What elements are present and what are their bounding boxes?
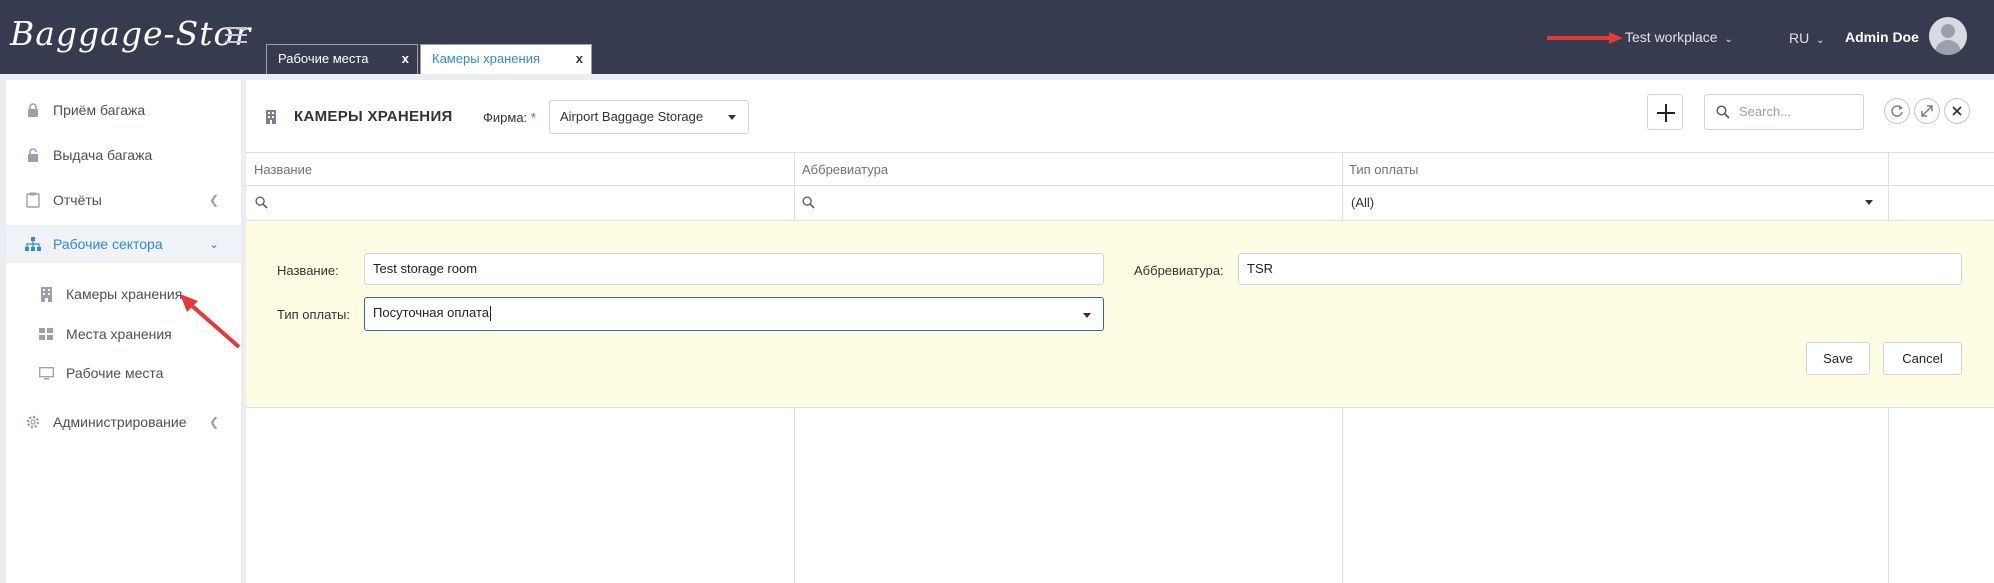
user-name[interactable]: Admin Doe	[1845, 29, 1919, 45]
chevron-left-icon: ❮	[208, 415, 219, 429]
sitemap-icon	[24, 237, 42, 251]
sidebar-item-work-sectors[interactable]: Рабочие сектора ⌄	[6, 225, 241, 263]
refresh-button[interactable]	[1884, 98, 1910, 124]
filter-name-input[interactable]	[246, 186, 794, 220]
required-marker: *	[530, 110, 536, 125]
filter-row: (All)	[246, 186, 1994, 221]
search-placeholder: Search...	[1739, 104, 1792, 119]
workplace-label: Test workplace	[1625, 29, 1718, 45]
close-icon	[1952, 106, 1962, 116]
text-cursor	[490, 306, 491, 322]
filter-payment-select[interactable]: (All)	[1343, 186, 1888, 220]
expand-button[interactable]	[1914, 98, 1940, 124]
red-arrow-annotation	[180, 294, 241, 349]
column-divider	[1342, 152, 1343, 221]
sidebar-item-label: Администрирование	[53, 414, 187, 430]
avatar[interactable]	[1929, 17, 1967, 55]
column-divider	[1888, 152, 1889, 221]
page-title: КАМЕРЫ ХРАНЕНИЯ	[294, 108, 453, 125]
sidebar-item-label: Выдача багажа	[53, 147, 153, 163]
caret-down-icon	[1865, 200, 1873, 205]
menu-toggle-icon[interactable]	[225, 27, 247, 43]
close-panel-button[interactable]	[1944, 98, 1970, 124]
payment-type-label: Тип оплаты:	[277, 307, 350, 322]
top-bar: Baggage-Stor Рабочие места x Камеры хран…	[0, 0, 1994, 74]
payment-type-value: Посуточная оплата	[373, 305, 489, 320]
plus-icon	[1657, 104, 1675, 122]
caret-down-icon	[1083, 313, 1091, 318]
save-button[interactable]: Save	[1806, 342, 1870, 375]
search-icon	[255, 196, 268, 209]
sidebar-item-reports[interactable]: Отчёты ❮	[6, 182, 241, 218]
sidebar-item-label: Камеры хранения	[66, 286, 183, 302]
chevron-down-icon: ⌄	[1724, 34, 1733, 45]
expand-icon	[1921, 105, 1933, 117]
filter-abbreviation-input[interactable]	[795, 186, 1342, 220]
sidebar-item-baggage-release[interactable]: Выдача багажа	[6, 137, 241, 173]
app-logo[interactable]: Baggage-Stor	[10, 14, 251, 53]
column-divider	[1342, 408, 1343, 583]
sidebar-item-label: Рабочие сектора	[53, 236, 163, 252]
sidebar: Приём багажа Выдача багажа Отчёты ❮ Рабо…	[6, 80, 241, 583]
search-icon	[1716, 105, 1730, 119]
cancel-button[interactable]: Cancel	[1883, 342, 1962, 375]
workplace-selector[interactable]: Test workplace ⌄	[1625, 29, 1733, 45]
sidebar-item-label: Отчёты	[53, 192, 102, 208]
chevron-down-icon: ⌄	[208, 237, 219, 251]
tab-close-icon[interactable]: x	[402, 45, 409, 73]
firm-select-value: Airport Baggage Storage	[560, 109, 704, 124]
red-arrow-annotation	[1547, 32, 1623, 44]
tab-storage-rooms[interactable]: Камеры хранения x	[420, 44, 592, 74]
column-divider	[794, 152, 795, 221]
name-field[interactable]: Test storage room	[364, 253, 1104, 285]
sidebar-item-label: Места хранения	[66, 326, 172, 342]
edit-form: Название: Test storage room Аббревиатура…	[246, 221, 1994, 408]
chevron-left-icon: ❮	[208, 193, 219, 207]
clipboard-icon	[24, 192, 42, 208]
filter-payment-value: (All)	[1351, 195, 1375, 210]
grid-icon	[38, 328, 54, 340]
sidebar-subitem-workplaces[interactable]: Рабочие места	[6, 357, 241, 389]
firm-select[interactable]: Airport Baggage Storage	[549, 100, 749, 134]
name-label: Название:	[277, 263, 339, 278]
caret-down-icon	[728, 115, 736, 120]
gear-icon	[24, 414, 42, 430]
building-icon	[38, 286, 54, 302]
grid-header: Название Аббревиатура Тип оплаты	[246, 152, 1994, 186]
sidebar-item-label: Рабочие места	[66, 365, 164, 381]
column-header-name[interactable]: Название	[254, 162, 312, 177]
abbreviation-label: Аббревиатура:	[1134, 263, 1224, 278]
refresh-icon	[1891, 105, 1903, 117]
tab-label: Рабочие места	[278, 51, 369, 66]
language-label: RU	[1789, 30, 1810, 46]
search-icon	[802, 196, 815, 209]
column-divider	[1888, 408, 1889, 583]
building-icon	[266, 110, 276, 127]
sidebar-item-administration[interactable]: Администрирование ❮	[6, 404, 241, 440]
language-selector[interactable]: RU ⌄	[1789, 30, 1825, 46]
sidebar-item-baggage-intake[interactable]: Приём багажа	[6, 92, 241, 128]
abbreviation-field[interactable]: TSR	[1238, 253, 1962, 285]
search-input[interactable]: Search...	[1704, 94, 1864, 130]
payment-type-select[interactable]: Посуточная оплата	[364, 297, 1104, 331]
tab-close-icon[interactable]: x	[576, 45, 583, 73]
sidebar-item-label: Приём багажа	[53, 102, 146, 118]
monitor-icon	[38, 366, 54, 380]
chevron-down-icon: ⌄	[1816, 35, 1825, 46]
column-header-payment-type[interactable]: Тип оплаты	[1349, 162, 1418, 177]
column-header-abbreviation[interactable]: Аббревиатура	[802, 162, 888, 177]
firm-label: Фирма: *	[483, 110, 536, 125]
column-divider	[794, 408, 795, 583]
add-button[interactable]	[1647, 94, 1683, 130]
lock-icon	[24, 103, 42, 117]
main-panel: КАМЕРЫ ХРАНЕНИЯ Фирма: * Airport Baggage…	[246, 80, 1994, 583]
tab-label: Камеры хранения	[432, 51, 541, 66]
unlock-icon	[24, 148, 42, 162]
firm-label-text: Фирма:	[483, 110, 528, 125]
tab-workplaces[interactable]: Рабочие места x	[266, 44, 418, 74]
